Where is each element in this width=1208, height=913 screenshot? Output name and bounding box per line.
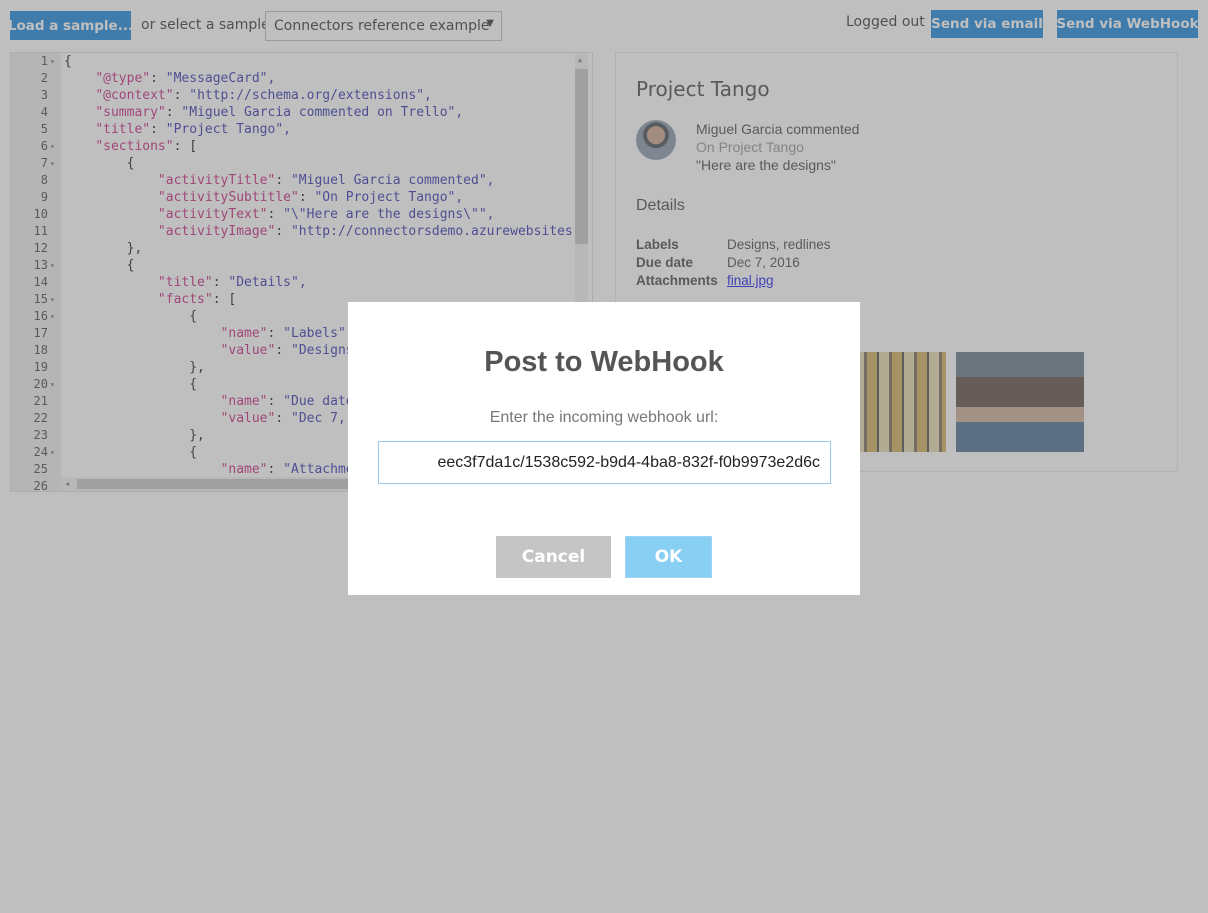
ok-button[interactable]: OK [625, 536, 712, 578]
cancel-button[interactable]: Cancel [496, 536, 611, 578]
dialog-title: Post to WebHook [484, 346, 724, 378]
webhook-dialog: Post to WebHook Enter the incoming webho… [348, 302, 860, 595]
webhook-url-input[interactable] [378, 441, 831, 484]
webhook-url-label: Enter the incoming webhook url: [489, 409, 719, 426]
